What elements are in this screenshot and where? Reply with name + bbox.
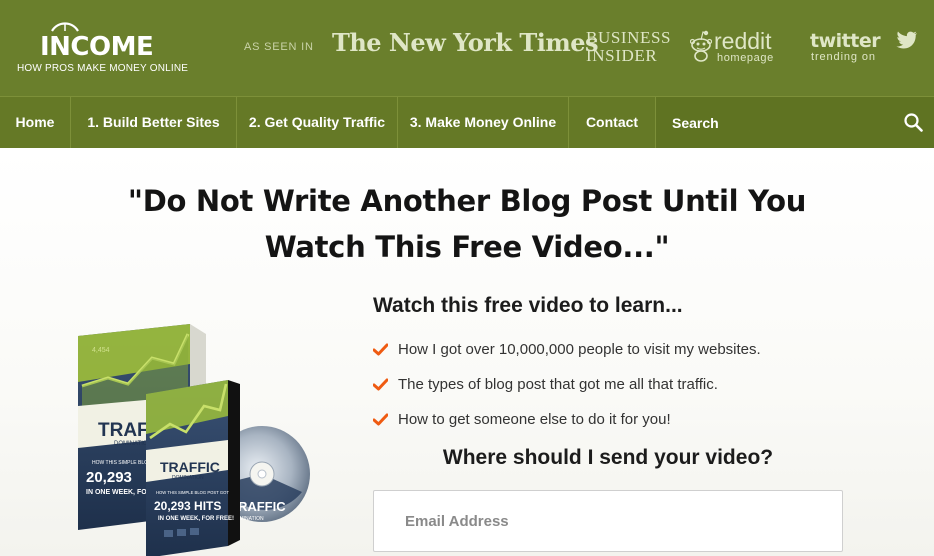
logo-wordmark: INCOME: [40, 32, 154, 62]
logo-arch-icon: [51, 22, 79, 32]
site-header: INCOME HOW PROS MAKE MONEY ONLINE AS SEE…: [0, 0, 934, 96]
business-insider-line-2: INSIDER: [586, 46, 658, 65]
email-field[interactable]: [373, 490, 843, 552]
product-dvd-case: TRAFFIC DOMINATION HOW THIS SIMPLE BLOG …: [146, 380, 240, 556]
book-chart-label: 4,454: [92, 347, 110, 354]
reddit-subtext: homepage: [717, 52, 774, 64]
search-icon[interactable]: [904, 113, 923, 132]
twitter-subtext: trending on: [811, 51, 876, 63]
reddit-wordmark: reddit: [714, 28, 772, 54]
nav-item-home[interactable]: Home: [0, 97, 71, 148]
checkmark-icon: [373, 413, 388, 426]
send-video-title: Where should I send your video?: [442, 446, 774, 469]
box-number: 20,293 HITS: [154, 499, 221, 513]
benefit-item: How to get someone else to do it for you…: [373, 409, 761, 444]
press-logo-business-insider: BUSINESS INSIDER: [586, 29, 671, 65]
box-title: TRAFFIC: [160, 459, 220, 475]
headline-line-2: Watch This Free Video...": [264, 230, 670, 264]
nav-item-make-money-online[interactable]: 3. Make Money Online: [398, 97, 569, 148]
site-logo[interactable]: INCOME HOW PROS MAKE MONEY ONLINE: [16, 18, 196, 78]
reddit-alien-icon: [690, 30, 712, 62]
as-seen-in-label: AS SEEN IN: [244, 41, 314, 53]
press-logo-twitter: twitter trending on: [810, 30, 930, 66]
press-logo-nyt: The New York Times: [332, 28, 599, 57]
nav-item-build-better-sites[interactable]: 1. Build Better Sites: [71, 97, 237, 148]
box-subtitle: DOMINATION: [172, 475, 204, 481]
benefit-item: How I got over 10,000,000 people to visi…: [373, 339, 761, 374]
nav-item-get-quality-traffic[interactable]: 2. Get Quality Traffic: [237, 97, 398, 148]
search-input[interactable]: [656, 97, 896, 148]
headline-line-1: "Do Not Write Another Blog Post Until Yo…: [127, 184, 807, 218]
twitter-wordmark: twitter: [810, 30, 881, 52]
book-rest: IN ONE WEEK, FOR: [86, 489, 152, 496]
business-insider-line-1: BUSINESS: [586, 28, 672, 47]
nav-search: [656, 97, 934, 148]
benefit-text: How I got over 10,000,000 people to visi…: [398, 341, 761, 358]
nav-item-contact[interactable]: Contact: [569, 97, 656, 148]
main-nav: Home 1. Build Better Sites 2. Get Qualit…: [0, 96, 934, 148]
logo-tagline: HOW PROS MAKE MONEY ONLINE: [17, 63, 189, 74]
benefit-list: How I got over 10,000,000 people to visi…: [373, 339, 761, 444]
box-blurb: HOW THIS SIMPLE BLOG POST GOT: [156, 490, 229, 495]
hero-section: "Do Not Write Another Blog Post Until Yo…: [0, 148, 934, 556]
benefit-item: The types of blog post that got me all t…: [373, 374, 761, 409]
checkmark-icon: [373, 343, 388, 356]
twitter-bird-icon: [896, 31, 917, 49]
book-number: 20,293: [86, 469, 132, 486]
benefit-text: How to get someone else to do it for you…: [398, 411, 671, 428]
checkmark-icon: [373, 378, 388, 391]
box-rest: IN ONE WEEK, FOR FREE!: [158, 516, 234, 522]
learn-title: Watch this free video to learn...: [373, 294, 683, 317]
traffic-domination-product-image: 4,454 TRAFFIC DOMINATION HOW THIS SIMPLE…: [78, 324, 310, 556]
page-headline: "Do Not Write Another Blog Post Until Yo…: [80, 178, 854, 270]
benefit-text: The types of blog post that got me all t…: [398, 376, 718, 393]
